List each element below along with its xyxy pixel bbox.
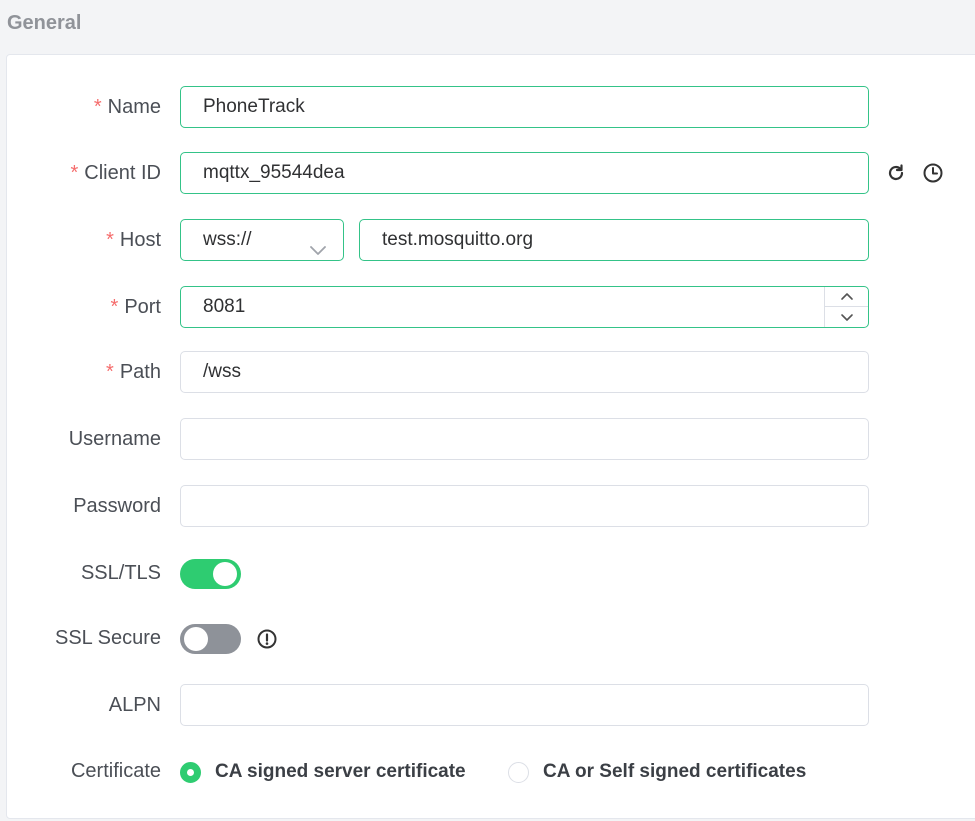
required-mark: * [70,162,79,184]
radio-self-signed[interactable]: CA or Self signed certificates [508,761,806,783]
ssl-tls-row: SSL/TLS [0,552,975,594]
alpn-input[interactable] [180,684,869,726]
radio-ca-signed[interactable]: CA signed server certificate [180,761,466,783]
username-input[interactable] [180,418,869,460]
radio-dot [180,761,201,783]
port-row: * Port 8081 [0,286,975,328]
client-id-label: * Client ID [70,162,162,184]
host-label: * Host [106,229,161,251]
ssl-tls-label: SSL/TLS [80,562,161,584]
info-icon[interactable] [255,627,279,651]
chevron-up-icon [840,292,853,300]
name-label: * Name [93,96,161,118]
radio-dot [508,761,529,783]
required-mark: * [106,229,114,251]
password-row: Password [0,485,975,527]
certificate-row: Certificate CA signed server certificate… [0,750,975,792]
radio-self-signed-label: CA or Self signed certificates [543,761,807,782]
toggle-knob [184,627,208,651]
client-id-input[interactable]: mqttx_95544dea [180,152,869,194]
port-input[interactable]: 8081 [180,286,869,328]
port-label: * Port [110,296,161,318]
port-stepper [824,287,868,327]
required-mark: * [93,96,102,118]
alpn-row: ALPN [0,684,975,726]
ssl-secure-toggle[interactable] [180,624,241,654]
alpn-label: ALPN [108,694,161,716]
radio-ca-signed-label: CA signed server certificate [215,761,466,782]
password-input[interactable] [180,485,869,527]
password-label: Password [73,495,161,517]
username-row: Username [0,418,975,460]
increment-button[interactable] [825,287,868,307]
required-mark: * [110,296,119,318]
ssl-secure-row: SSL Secure [0,617,975,659]
required-mark: * [106,361,114,383]
protocol-select[interactable]: wss:// [180,219,344,261]
decrement-button[interactable] [825,307,868,327]
ssl-secure-label: SSL Secure [55,627,161,649]
path-label: * Path [106,361,161,383]
section-title: General [7,12,82,34]
certificate-label: Certificate [70,760,161,782]
protocol-value: wss:// [203,229,252,250]
port-value: 8081 [203,296,246,317]
chevron-down-icon [840,314,853,321]
name-row: * Name PhoneTrack [0,86,975,128]
ssl-tls-toggle[interactable] [180,559,241,589]
path-row: * Path /wss [0,351,975,393]
toggle-knob [213,562,237,586]
name-input[interactable]: PhoneTrack [180,86,869,128]
host-input[interactable]: test.mosquitto.org [359,219,869,261]
client-id-row: * Client ID mqttx_95544dea [0,152,975,194]
host-row: * Host wss:// test.mosquitto.org [0,219,975,261]
username-label: Username [68,428,161,450]
clock-icon[interactable] [921,161,945,185]
chevron-down-icon [309,232,327,272]
path-input[interactable]: /wss [180,351,869,393]
refresh-icon[interactable] [884,161,908,185]
